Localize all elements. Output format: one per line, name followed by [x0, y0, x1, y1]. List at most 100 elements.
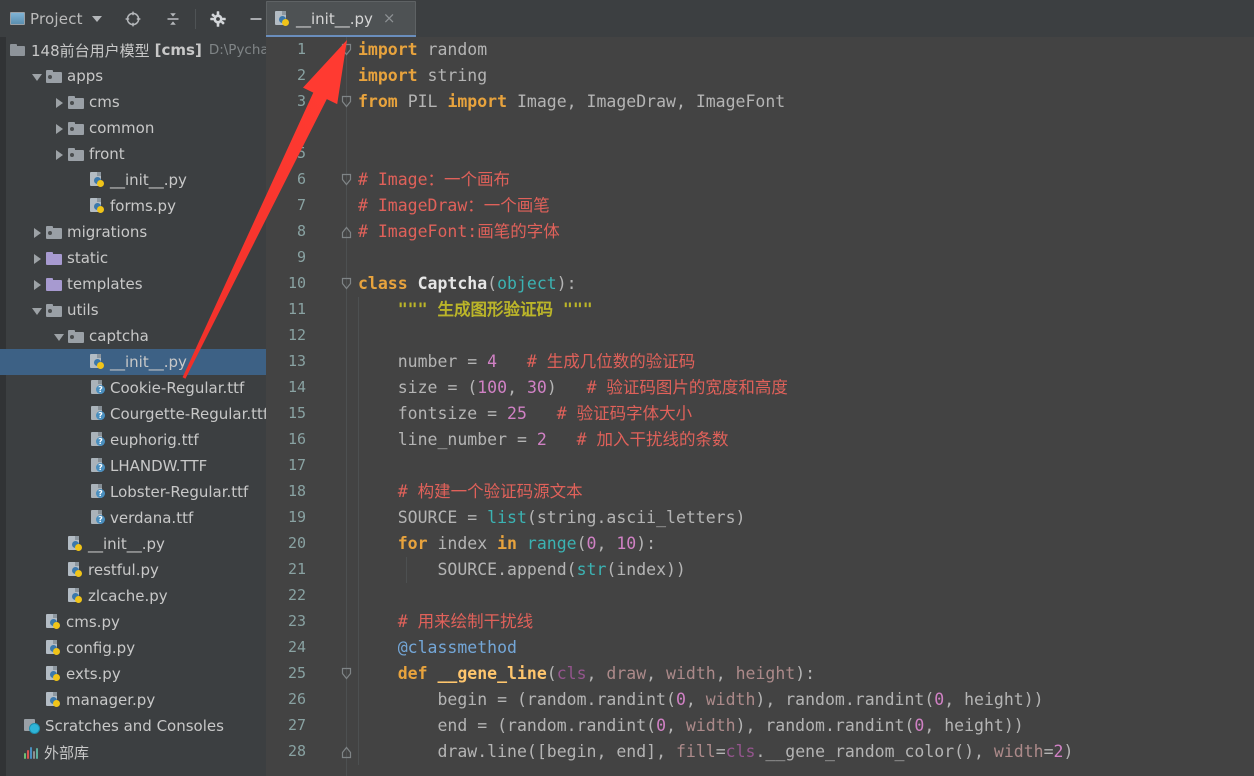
code-line[interactable]: line_number = 2 # 加入干扰线的条数: [358, 427, 729, 453]
chevron-right-icon[interactable]: [54, 123, 65, 134]
fold-collapse-icon[interactable]: [340, 95, 353, 109]
line-number: 5: [296, 144, 306, 162]
tree-row-[interactable]: 外部库: [0, 739, 266, 765]
chevron-down-icon[interactable]: [54, 331, 65, 342]
tree-row-lhandw-ttf[interactable]: ? LHANDW.TTF: [0, 453, 266, 479]
code-line[interactable]: def __gene_line(cls, draw, width, height…: [358, 661, 815, 687]
code-line[interactable]: end = (random.randint(0, width), random.…: [358, 713, 1023, 739]
chevron-down-icon[interactable]: [32, 305, 43, 316]
code-line[interactable]: fontsize = 25 # 验证码字体大小: [358, 401, 692, 427]
project-view-button[interactable]: Project: [8, 5, 106, 33]
tree-row-cookie-regular-ttf[interactable]: ? Cookie-Regular.ttf: [0, 375, 266, 401]
unknown-file-icon: ?: [90, 484, 105, 500]
chevron-down-icon[interactable]: [32, 71, 43, 82]
editor-gutter[interactable]: 1 2 3 4 5 6 7 8 9 10 11 12 13 14 15 16 17 18 19 20 21 22 23 24 2…: [266, 37, 358, 776]
folder-icon: [68, 329, 84, 343]
settings-button[interactable]: [201, 5, 235, 33]
code-line[interactable]: SOURCE = list(string.ascii_letters): [358, 505, 746, 531]
tree-row-courgette-regular-ttf[interactable]: ? Courgette-Regular.ttf: [0, 401, 266, 427]
tree-row-restful-py[interactable]: restful.py: [0, 557, 266, 583]
fold-collapse-icon[interactable]: [340, 43, 353, 57]
fold-collapse-icon[interactable]: [340, 173, 353, 187]
scratches-icon: [24, 718, 40, 734]
tree-row-verdana-ttf[interactable]: ? verdana.ttf: [0, 505, 266, 531]
project-tree[interactable]: 148前台用户模型 [cms] D:\Pycha apps cms common front…: [0, 37, 266, 776]
tree-row-captcha[interactable]: captcha: [0, 323, 266, 349]
code-line[interactable]: @classmethod: [358, 635, 517, 661]
select-opened-file-button[interactable]: [116, 5, 150, 33]
code-line[interactable]: size = (100, 30) # 验证码图片的宽度和高度: [358, 375, 788, 401]
tree-row-front[interactable]: front: [0, 141, 266, 167]
chevron-right-icon[interactable]: [54, 149, 65, 160]
chevron-right-icon[interactable]: [32, 227, 43, 238]
tree-row-label: verdana.ttf: [110, 509, 194, 527]
line-number: 4: [296, 118, 306, 136]
code-line[interactable]: from PIL import Image, ImageDraw, ImageF…: [358, 89, 785, 115]
line-number: 11: [287, 300, 306, 318]
python-file-icon: [68, 588, 83, 604]
tree-row-static[interactable]: static: [0, 245, 266, 271]
code-line[interactable]: for index in range(0, 10):: [358, 531, 656, 557]
code-line[interactable]: # ImageFont:画笔的字体: [358, 219, 560, 245]
tree-row-label: front: [89, 145, 125, 163]
code-line[interactable]: # 用来绘制干扰线: [358, 609, 533, 635]
tree-row-init-py[interactable]: __init__.py: [0, 349, 266, 375]
tree-row-cms-py[interactable]: cms.py: [0, 609, 266, 635]
tree-row-cms[interactable]: cms: [0, 89, 266, 115]
tree-row-exts-py[interactable]: exts.py: [0, 661, 266, 687]
fold-collapse-icon[interactable]: [340, 667, 353, 681]
code-line[interactable]: number = 4 # 生成几位数的验证码: [358, 349, 696, 375]
tree-row-config-py[interactable]: config.py: [0, 635, 266, 661]
close-icon[interactable]: ×: [383, 11, 396, 26]
project-window-icon: [10, 12, 25, 25]
tree-row-zlcache-py[interactable]: zlcache.py: [0, 583, 266, 609]
tree-row-label: forms.py: [110, 197, 176, 215]
chevron-right-icon[interactable]: [32, 279, 43, 290]
tree-row-euphorig-ttf[interactable]: ? euphorig.ttf: [0, 427, 266, 453]
line-number: 22: [287, 586, 306, 604]
tree-row-lobster-regular-ttf[interactable]: ? Lobster-Regular.ttf: [0, 479, 266, 505]
tree-row-common[interactable]: common: [0, 115, 266, 141]
tree-row-scratches-and-consoles[interactable]: Scratches and Consoles: [0, 713, 266, 739]
project-label: Project: [30, 9, 83, 28]
tree-row-utils[interactable]: utils: [0, 297, 266, 323]
chevron-right-icon[interactable]: [32, 253, 43, 264]
folder-icon: [68, 147, 84, 161]
project-toolbar: Project: [0, 0, 273, 37]
fold-end-icon[interactable]: [340, 225, 353, 239]
tree-row-apps[interactable]: apps: [0, 63, 266, 89]
tree-row-init-py[interactable]: __init__.py: [0, 167, 266, 193]
code-line[interactable]: draw.line([begin, end], fill=cls.__gene_…: [358, 739, 1073, 765]
code-line[interactable]: SOURCE.append(str(index)): [358, 557, 685, 583]
tree-row-label: static: [67, 249, 109, 267]
fold-end-icon[interactable]: [340, 745, 353, 759]
code-line[interactable]: class Captcha(object):: [358, 271, 577, 297]
code-line[interactable]: begin = (random.randint(0, width), rando…: [358, 687, 1043, 713]
collapse-all-button[interactable]: [156, 5, 190, 33]
code-content[interactable]: import random import string from PIL impor…: [358, 37, 1254, 776]
code-line[interactable]: """ 生成图形验证码 """: [358, 297, 593, 323]
chevron-right-icon[interactable]: [54, 97, 65, 108]
code-line[interactable]: # Image：一个画布: [358, 167, 510, 193]
toolbar-divider: [194, 8, 196, 29]
code-line[interactable]: # 构建一个验证码源文本: [358, 479, 583, 505]
tree-row-manager-py[interactable]: manager.py: [0, 687, 266, 713]
tree-row-forms-py[interactable]: forms.py: [0, 193, 266, 219]
tree-row-templates[interactable]: templates: [0, 271, 266, 297]
code-editor[interactable]: 1 2 3 4 5 6 7 8 9 10 11 12 13 14 15 16 17 18 19 20 21 22 23 24 2…: [266, 37, 1254, 776]
code-line[interactable]: import random: [358, 37, 487, 63]
tab-init-py[interactable]: __init__.py ×: [266, 1, 417, 35]
tree-row-init-py[interactable]: __init__.py: [0, 531, 266, 557]
fold-collapse-icon[interactable]: [340, 277, 353, 291]
tree-row-label: utils: [67, 301, 99, 319]
code-line[interactable]: import string: [358, 63, 487, 89]
chevron-down-icon[interactable]: [91, 15, 102, 22]
tree-row-migrations[interactable]: migrations: [0, 219, 266, 245]
folder-icon: [46, 303, 62, 317]
tree-row-project-root[interactable]: 148前台用户模型 [cms] D:\Pycha: [0, 37, 266, 63]
code-line[interactable]: # ImageDraw：一个画笔: [358, 193, 550, 219]
